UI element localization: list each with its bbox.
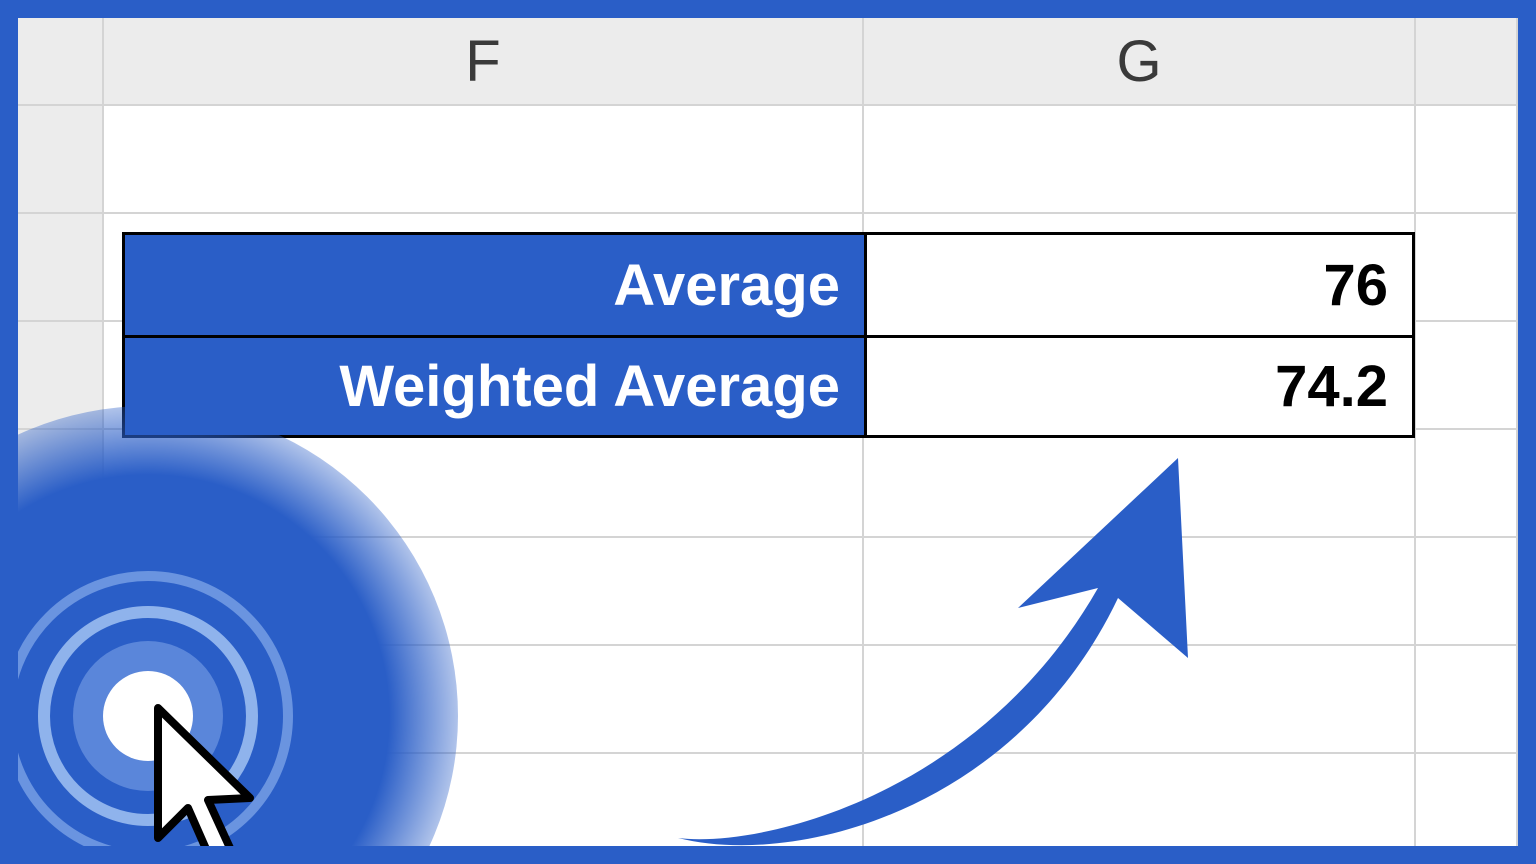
- header-corner: [18, 18, 104, 104]
- cell[interactable]: [104, 106, 864, 212]
- weighted-average-value-cell[interactable]: 74.2: [867, 338, 1412, 435]
- outer-frame: F G: [0, 0, 1536, 864]
- spreadsheet-viewport: F G: [18, 18, 1518, 846]
- result-table: Average 76 Weighted Average 74.2: [122, 232, 1415, 438]
- row-header[interactable]: [18, 214, 104, 320]
- table-row: Weighted Average 74.2: [125, 335, 1412, 435]
- column-header-g[interactable]: G: [864, 18, 1416, 104]
- table-row: Average 76: [125, 235, 1412, 335]
- cell[interactable]: [1416, 646, 1518, 752]
- cell[interactable]: [1416, 322, 1518, 428]
- average-value-cell[interactable]: 76: [867, 235, 1412, 335]
- row-header[interactable]: [18, 106, 104, 212]
- cell[interactable]: [1416, 538, 1518, 644]
- mouse-cursor-icon: [138, 698, 268, 846]
- average-label-cell[interactable]: Average: [125, 235, 867, 335]
- column-header-next[interactable]: [1416, 18, 1518, 104]
- column-header-row: F G: [18, 18, 1518, 106]
- cell[interactable]: [864, 106, 1416, 212]
- grid-row: [18, 106, 1518, 214]
- cell[interactable]: [1416, 430, 1518, 536]
- cell[interactable]: [1416, 214, 1518, 320]
- curved-arrow-icon: [618, 438, 1218, 846]
- cell[interactable]: [1416, 754, 1518, 846]
- cell[interactable]: [1416, 106, 1518, 212]
- column-header-f[interactable]: F: [104, 18, 864, 104]
